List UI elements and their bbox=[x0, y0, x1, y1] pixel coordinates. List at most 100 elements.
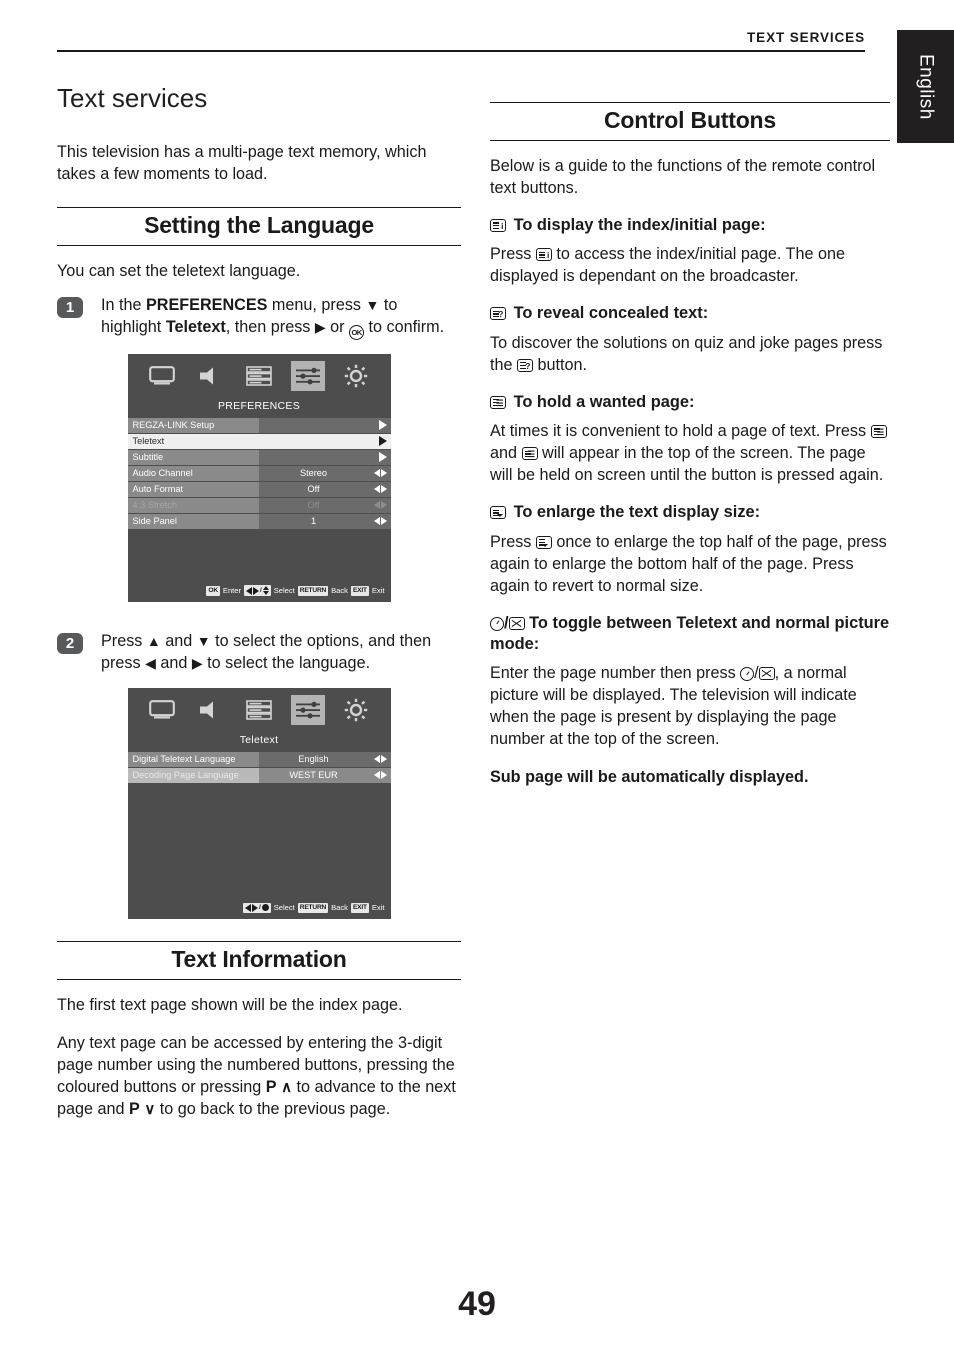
block-2-after: button. bbox=[533, 355, 588, 374]
block-2-body: To discover the solutions on quiz and jo… bbox=[490, 332, 890, 376]
block-3-mid: and bbox=[490, 444, 522, 463]
osd2-footer-exit-label: Exit bbox=[371, 903, 385, 913]
osd1-row-value-text: Stereo bbox=[299, 467, 328, 478]
osd-preferences: PREFERENCES REGZA-LINK Setup Teletext Su… bbox=[127, 353, 391, 602]
textinfo-p2-t3: to go back to the previous page. bbox=[155, 1100, 391, 1119]
osd1-row-value: Stereo bbox=[258, 465, 391, 481]
osd1-row-subtitle[interactable]: Subtitle bbox=[127, 449, 391, 465]
osd2-row-value-text: WEST EUR bbox=[289, 769, 338, 780]
osd2-footer-back-label: Back bbox=[331, 903, 348, 913]
control-buttons-intro: Below is a guide to the functions of the… bbox=[490, 157, 876, 198]
select-arrows-key: / bbox=[244, 585, 271, 597]
teletext-reveal-icon: ? bbox=[517, 358, 534, 372]
arrow-right-control[interactable] bbox=[378, 434, 387, 449]
osd1-footer-exit-label: Exit bbox=[371, 586, 385, 596]
exit-key: EXIT bbox=[350, 585, 369, 596]
block-3-after: will appear in the top of the screen. Th… bbox=[490, 444, 884, 485]
right-column: Control Buttons Below is a guide to the … bbox=[490, 84, 890, 805]
step-2-t1: Press bbox=[101, 631, 147, 650]
teletext-hold-icon: ☰ bbox=[490, 395, 506, 409]
left-right-control[interactable] bbox=[373, 482, 387, 497]
osd1-row-value: Off bbox=[258, 497, 391, 513]
osd2-row-label: Decoding Page Language bbox=[127, 767, 259, 783]
step-1-bold-preferences: PREFERENCES bbox=[146, 295, 268, 314]
osd1-row-value bbox=[258, 449, 391, 465]
left-right-control[interactable] bbox=[373, 514, 387, 529]
osd1-row-value-text: Off bbox=[307, 499, 320, 510]
sliders-icon[interactable] bbox=[290, 360, 325, 391]
textinfo-paragraph-2: Any text page can be accessed by enterin… bbox=[57, 1032, 461, 1121]
brightness-icon[interactable] bbox=[339, 695, 373, 725]
teletext-cancel-icon bbox=[508, 616, 525, 630]
block-1-before: Press bbox=[490, 245, 536, 264]
step-2-t2: and bbox=[160, 631, 197, 650]
step-1-t2: menu, press bbox=[267, 295, 366, 314]
list-icon[interactable] bbox=[242, 361, 276, 391]
section-heading-setting-the-language: Setting the Language bbox=[57, 206, 461, 246]
osd1-row-value: Off bbox=[258, 481, 391, 497]
screen-icon[interactable] bbox=[145, 361, 179, 391]
osd1-row-teletext[interactable]: Teletext bbox=[127, 433, 391, 449]
osd2-footer-select-label: Select bbox=[273, 903, 295, 913]
teletext-clock-icon bbox=[490, 616, 504, 631]
osd1-row-side-panel[interactable]: Side Panel 1 bbox=[127, 513, 391, 529]
subheading-text: To toggle between Teletext and normal pi… bbox=[490, 613, 890, 654]
speaker-icon[interactable] bbox=[193, 361, 227, 391]
teletext-enlarge-icon bbox=[490, 506, 506, 520]
intro-paragraph: This television has a multi-page text me… bbox=[57, 142, 427, 183]
step-1-t4: , then press bbox=[225, 317, 315, 336]
osd1-row-label: Audio Channel bbox=[127, 465, 259, 481]
language-intro-paragraph: You can set the teletext language. bbox=[57, 261, 301, 280]
osd1-row-label: Auto Format bbox=[127, 481, 259, 497]
ok-button-icon: OK bbox=[349, 324, 365, 340]
osd1-row-value bbox=[258, 433, 391, 449]
closing-bold-note: Sub page will be automatically displayed… bbox=[490, 768, 809, 787]
textinfo-paragraph-1: The first text page shown will be the in… bbox=[57, 995, 403, 1014]
osd1-footer-enter-label: Enter bbox=[222, 586, 242, 596]
sliders-icon[interactable] bbox=[290, 694, 325, 725]
block-3-body: At times it is convenient to hold a page… bbox=[490, 420, 890, 486]
osd1-row-auto-format[interactable]: Auto Format Off bbox=[127, 481, 391, 497]
subheading-text: To display the index/initial page: bbox=[513, 216, 766, 235]
osd1-row-value bbox=[258, 417, 391, 433]
left-right-control bbox=[373, 498, 387, 513]
osd1-row-label: REGZA-LINK Setup bbox=[127, 417, 259, 433]
left-right-control[interactable] bbox=[373, 752, 387, 767]
osd1-footer-select-label: Select bbox=[273, 586, 295, 596]
language-tab: English bbox=[897, 30, 954, 143]
osd2-row-decoding-page-language[interactable]: Decoding Page Language WEST EUR bbox=[127, 767, 391, 783]
running-head: TEXT SERVICES bbox=[747, 30, 865, 45]
osd1-row-audio-channel[interactable]: Audio Channel Stereo bbox=[127, 465, 391, 481]
arrow-right-icon: ▶ bbox=[314, 318, 326, 335]
step-1-bold-teletext: Teletext bbox=[165, 317, 226, 336]
left-right-control[interactable] bbox=[373, 466, 387, 481]
step-2: 2 Press ▲ and ▼ to select the options, a… bbox=[57, 630, 461, 674]
step-1: 1 In the PREFERENCES menu, press ▼ to hi… bbox=[57, 294, 461, 340]
brightness-icon[interactable] bbox=[339, 361, 373, 391]
osd1-row-label: Teletext bbox=[127, 433, 259, 449]
return-key: RETURN bbox=[297, 585, 329, 596]
page-title: Text services bbox=[57, 83, 208, 113]
arrow-right-control[interactable] bbox=[378, 450, 387, 465]
osd2-row-digital-teletext-language[interactable]: Digital Teletext Language English bbox=[127, 751, 391, 767]
list-icon[interactable] bbox=[242, 695, 276, 725]
step-1-number: 1 bbox=[57, 296, 83, 318]
osd1-rows: REGZA-LINK Setup Teletext Subtitle Audio… bbox=[127, 417, 391, 529]
step-1-text: In the PREFERENCES menu, press ▼ to high… bbox=[101, 294, 461, 340]
osd1-row-regza-link-setup[interactable]: REGZA-LINK Setup bbox=[127, 417, 391, 433]
section-heading-text-information: Text Information bbox=[57, 940, 461, 980]
speaker-icon[interactable] bbox=[193, 695, 227, 725]
osd1-title: PREFERENCES bbox=[217, 399, 301, 412]
arrow-right-control[interactable] bbox=[378, 418, 387, 433]
osd1-spacer bbox=[128, 530, 391, 586]
section-heading-control-buttons: Control Buttons bbox=[490, 102, 890, 141]
left-right-control[interactable] bbox=[373, 768, 387, 783]
osd2-icon-bar bbox=[127, 687, 391, 732]
teletext-index-icon: i bbox=[535, 248, 552, 262]
osd2-rows: Digital Teletext Language English Decodi… bbox=[127, 751, 391, 783]
block-4-before: Press bbox=[490, 532, 536, 551]
arrow-down-icon: ▼ bbox=[365, 296, 380, 313]
language-tab-label: English bbox=[915, 53, 937, 120]
step-2-number: 2 bbox=[57, 632, 83, 654]
screen-icon[interactable] bbox=[145, 695, 179, 725]
